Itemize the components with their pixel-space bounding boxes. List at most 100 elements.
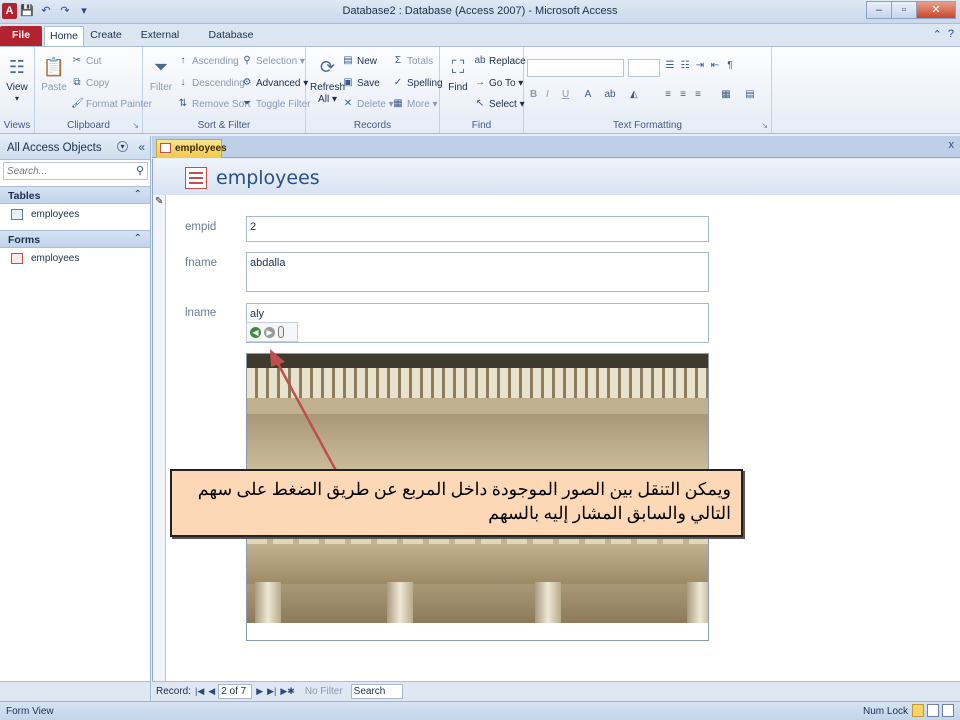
previous-arrow-icon[interactable]: ◀ <box>250 326 261 338</box>
spelling-check-icon: ✓ <box>393 77 403 88</box>
italic-button[interactable]: I <box>546 89 549 100</box>
font-color-button[interactable]: A <box>582 89 594 101</box>
nav-item-table-employees[interactable]: employees <box>0 206 150 224</box>
paste-button[interactable]: 📋 Paste <box>41 53 67 93</box>
spelling-button[interactable]: ✓ Spelling <box>392 77 443 89</box>
font-size-dropdown[interactable] <box>628 59 660 77</box>
layout-view-icon[interactable] <box>942 704 954 717</box>
replace-button[interactable]: ab Replace <box>474 55 525 67</box>
gridlines-button[interactable]: ▦ <box>720 89 732 101</box>
tab-create[interactable]: Create <box>89 26 123 46</box>
select-button[interactable]: ↖ Select ▾ <box>474 98 525 110</box>
selection-button[interactable]: ⚲ Selection ▾ <box>241 55 305 67</box>
help-icon[interactable]: ? <box>948 28 954 41</box>
last-record-icon[interactable]: ▶| <box>267 686 276 697</box>
close-document-icon[interactable]: x <box>949 139 955 151</box>
indent-icon: ⇥ <box>695 60 705 71</box>
toggle-filter-button[interactable]: ⏷ Toggle Filter <box>241 98 310 110</box>
chevron-down-icon[interactable]: ▾ <box>117 141 128 152</box>
maximize-button[interactable]: ▫ <box>891 1 917 19</box>
datasheet-view-icon[interactable] <box>927 704 939 717</box>
fname-field[interactable]: abdalla <box>246 252 709 292</box>
fill-color-button[interactable]: ◭ <box>628 89 640 101</box>
collapse-pane-icon[interactable]: « <box>138 140 145 154</box>
current-record-field[interactable]: 2 of 7 <box>218 684 253 699</box>
view-button[interactable]: ☷ View ▾ <box>4 53 30 103</box>
tab-external-data[interactable]: External Data <box>134 26 186 59</box>
nav-section-tables[interactable]: Tables ⌃ <box>0 186 150 204</box>
goto-button[interactable]: → Go To ▾ <box>474 77 523 89</box>
nav-header[interactable]: All Access Objects ▾ « <box>0 136 150 160</box>
fname-label: fname <box>185 257 217 269</box>
filter-button[interactable]: ⏷ Filter <box>148 53 174 93</box>
paperclip-icon[interactable] <box>278 326 284 338</box>
next-arrow-icon[interactable]: ▶ <box>264 326 275 338</box>
tab-database-tools[interactable]: Database Tools <box>200 26 262 59</box>
copy-button[interactable]: ⧉ Copy <box>71 77 109 89</box>
lname-field[interactable]: aly <box>246 303 709 343</box>
title-bar: A 💾 ↶ ↷ ▾ Database2 : Database (Access 2… <box>0 0 960 24</box>
numbering-icon: ☷ <box>680 60 690 71</box>
search-icon[interactable]: ⚲ <box>136 164 144 177</box>
next-record-icon[interactable]: ▶ <box>256 686 263 697</box>
highlight-button[interactable]: ab <box>604 89 616 101</box>
status-bar: Form View Num Lock <box>0 701 960 720</box>
nav-search-input[interactable] <box>3 162 148 180</box>
minimize-button[interactable]: – <box>866 1 892 19</box>
scissors-icon: ✂ <box>72 55 82 66</box>
arabic-instruction-callout: ويمكن التنقل بين الصور الموجودة داخل الم… <box>170 469 743 537</box>
close-button[interactable]: ✕ <box>916 1 956 19</box>
gridlines-icon: ▦ <box>721 89 731 100</box>
text-formatting-launcher-icon[interactable]: ↘ <box>761 121 768 130</box>
no-filter-indicator[interactable]: No Filter <box>305 686 343 697</box>
cut-button[interactable]: ✂ Cut <box>71 55 102 67</box>
new-record-icon[interactable]: ▶✱ <box>280 686 294 697</box>
group-label-records: Records <box>353 120 392 131</box>
num-lock-indicator: Num Lock <box>862 706 908 717</box>
copy-icon: ⧉ <box>73 77 81 88</box>
collapse-section-icon[interactable]: ⌃ <box>134 189 142 200</box>
dialog-launcher-icon[interactable]: ↘ <box>132 121 139 130</box>
form-view: employees ✎ empid 2 fname abdalla lname … <box>152 159 960 681</box>
format-painter-button[interactable]: 🖌 Format Painter <box>71 98 152 110</box>
find-button[interactable]: ⛶ Find <box>445 53 471 93</box>
refresh-all-button[interactable]: ⟳ Refresh All ▾ <box>310 53 345 105</box>
minimize-ribbon-icon[interactable]: ⌃ <box>933 28 942 41</box>
descending-button[interactable]: ↓ Descending <box>177 77 245 89</box>
underline-button[interactable]: U <box>562 89 569 100</box>
document-tab-employees[interactable]: employees <box>156 139 227 158</box>
totals-button[interactable]: Σ Totals <box>392 55 433 67</box>
remove-sort-button[interactable]: ⇅ Remove Sort <box>177 98 251 110</box>
empid-field[interactable]: 2 <box>246 216 709 242</box>
advanced-button[interactable]: ⚙ Advanced ▾ <box>241 77 309 89</box>
ascending-button[interactable]: ↑ Ascending <box>177 55 239 67</box>
nav-section-forms[interactable]: Forms ⌃ <box>0 230 150 248</box>
group-clipboard: 📋 Paste ✂ Cut ⧉ Copy 🖌 Format Painter Clipb… <box>35 47 152 133</box>
form-icon <box>160 143 171 153</box>
record-selector[interactable]: ✎ <box>153 195 166 681</box>
align-buttons[interactable]: ≡ ≡ ≡ <box>662 89 704 101</box>
delete-record-button[interactable]: ✕ Delete ▾ <box>342 98 394 110</box>
navigation-pane: All Access Objects ▾ « ⚲ Tables ⌃ employ… <box>0 136 151 681</box>
collapse-section-icon[interactable]: ⌃ <box>134 233 142 244</box>
outdent-icon: ⇤ <box>710 60 720 71</box>
alternate-row-color-button[interactable]: ▤ <box>744 89 756 101</box>
previous-record-icon[interactable]: ◀ <box>208 686 215 697</box>
ribbon: ☷ View ▾ Views 📋 Paste ✂ Cut ⧉ Copy 🖌 Forma… <box>0 46 960 134</box>
bold-button[interactable]: B <box>530 89 537 100</box>
tab-home[interactable]: Home <box>44 26 84 46</box>
save-record-button[interactable]: ▣ Save <box>342 77 380 89</box>
list-bullets-button[interactable]: ☰ ☷ ⇥ ⇤ ¶ <box>664 60 736 72</box>
group-label-sort-filter: Sort & Filter <box>197 120 251 131</box>
first-record-icon[interactable]: |◀ <box>195 686 204 697</box>
nav-item-form-employees[interactable]: employees <box>0 250 150 268</box>
new-record-button[interactable]: ▤ New <box>342 55 377 67</box>
save-record-icon: ▣ <box>343 77 353 88</box>
group-views: ☷ View ▾ Views <box>0 47 35 133</box>
font-name-dropdown[interactable] <box>527 59 624 77</box>
tab-file[interactable]: File <box>0 26 42 46</box>
ribbon-help-area: ⌃ ? <box>933 28 954 41</box>
more-button[interactable]: ▦ More ▾ <box>392 98 437 110</box>
record-search-field[interactable]: Search <box>350 684 403 699</box>
form-view-icon[interactable] <box>912 704 924 717</box>
